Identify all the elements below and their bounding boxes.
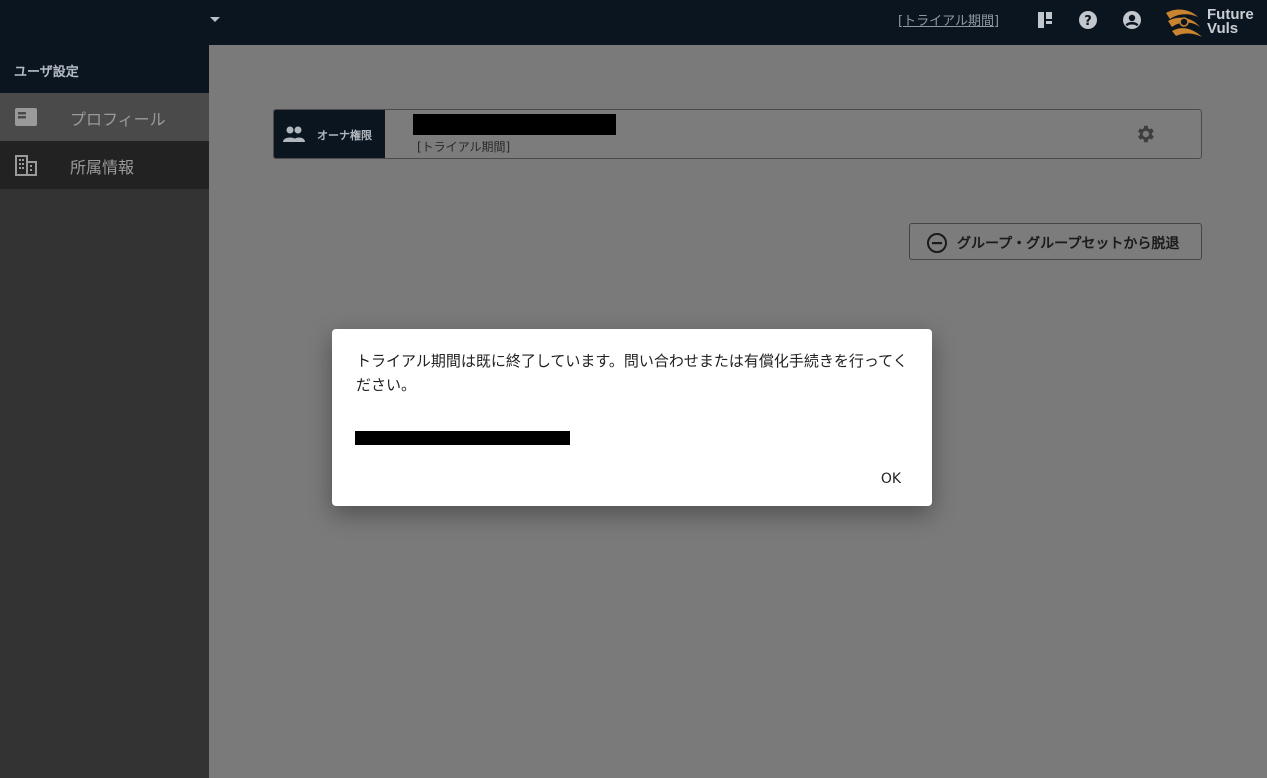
organization-card: オーナ権限 [トライアル期間] [273,109,1202,159]
card-subtitle: [トライアル期間] [417,140,511,154]
sidebar-item-label: 所属情報 [70,158,135,177]
role-label: オーナ権限 [317,129,372,142]
top-bar: [トライアル期間] ? Future Vuls [0,0,1267,45]
account-icon[interactable] [1122,10,1142,30]
logo-mark-icon [1166,9,1202,37]
dialog-message: トライアル期間は既に終了しています。問い合わせまたは有償化手続きを行ってください… [356,352,908,394]
redacted-organization-name [413,114,616,135]
group-icon [283,126,305,142]
leave-group-button[interactable]: グループ・グループセットから脱退 [909,223,1202,260]
building-icon [15,155,37,176]
gear-icon[interactable] [1134,123,1156,145]
minus-circle-icon [927,233,947,253]
futurevuls-logo[interactable]: Future Vuls [1164,5,1260,41]
logo-text: Future Vuls [1207,6,1254,37]
redacted-text [355,431,570,445]
sidebar-item-label: プロフィール [70,110,166,129]
board-icon[interactable] [1035,10,1055,30]
trial-period-link[interactable]: [トライアル期間] [898,10,999,29]
role-badge: オーナ権限 [274,110,385,158]
trial-expired-dialog: トライアル期間は既に終了しています。問い合わせまたは有償化手続きを行ってください… [332,329,932,506]
sidebar-item-profile[interactable]: プロフィール [0,93,209,141]
leave-group-label: グループ・グループセットから脱退 [957,236,1180,252]
sidebar-item-affiliation[interactable]: 所属情報 [0,141,209,189]
svg-text:?: ? [1084,14,1092,29]
profile-card-icon [15,108,37,126]
dropdown-caret-icon[interactable] [210,17,220,22]
ok-button[interactable]: OK [870,467,912,491]
sidebar: ユーザ設定 プロフィール 所属情報 [0,45,209,778]
help-icon[interactable]: ? [1078,10,1098,30]
sidebar-title: ユーザ設定 [0,45,209,93]
